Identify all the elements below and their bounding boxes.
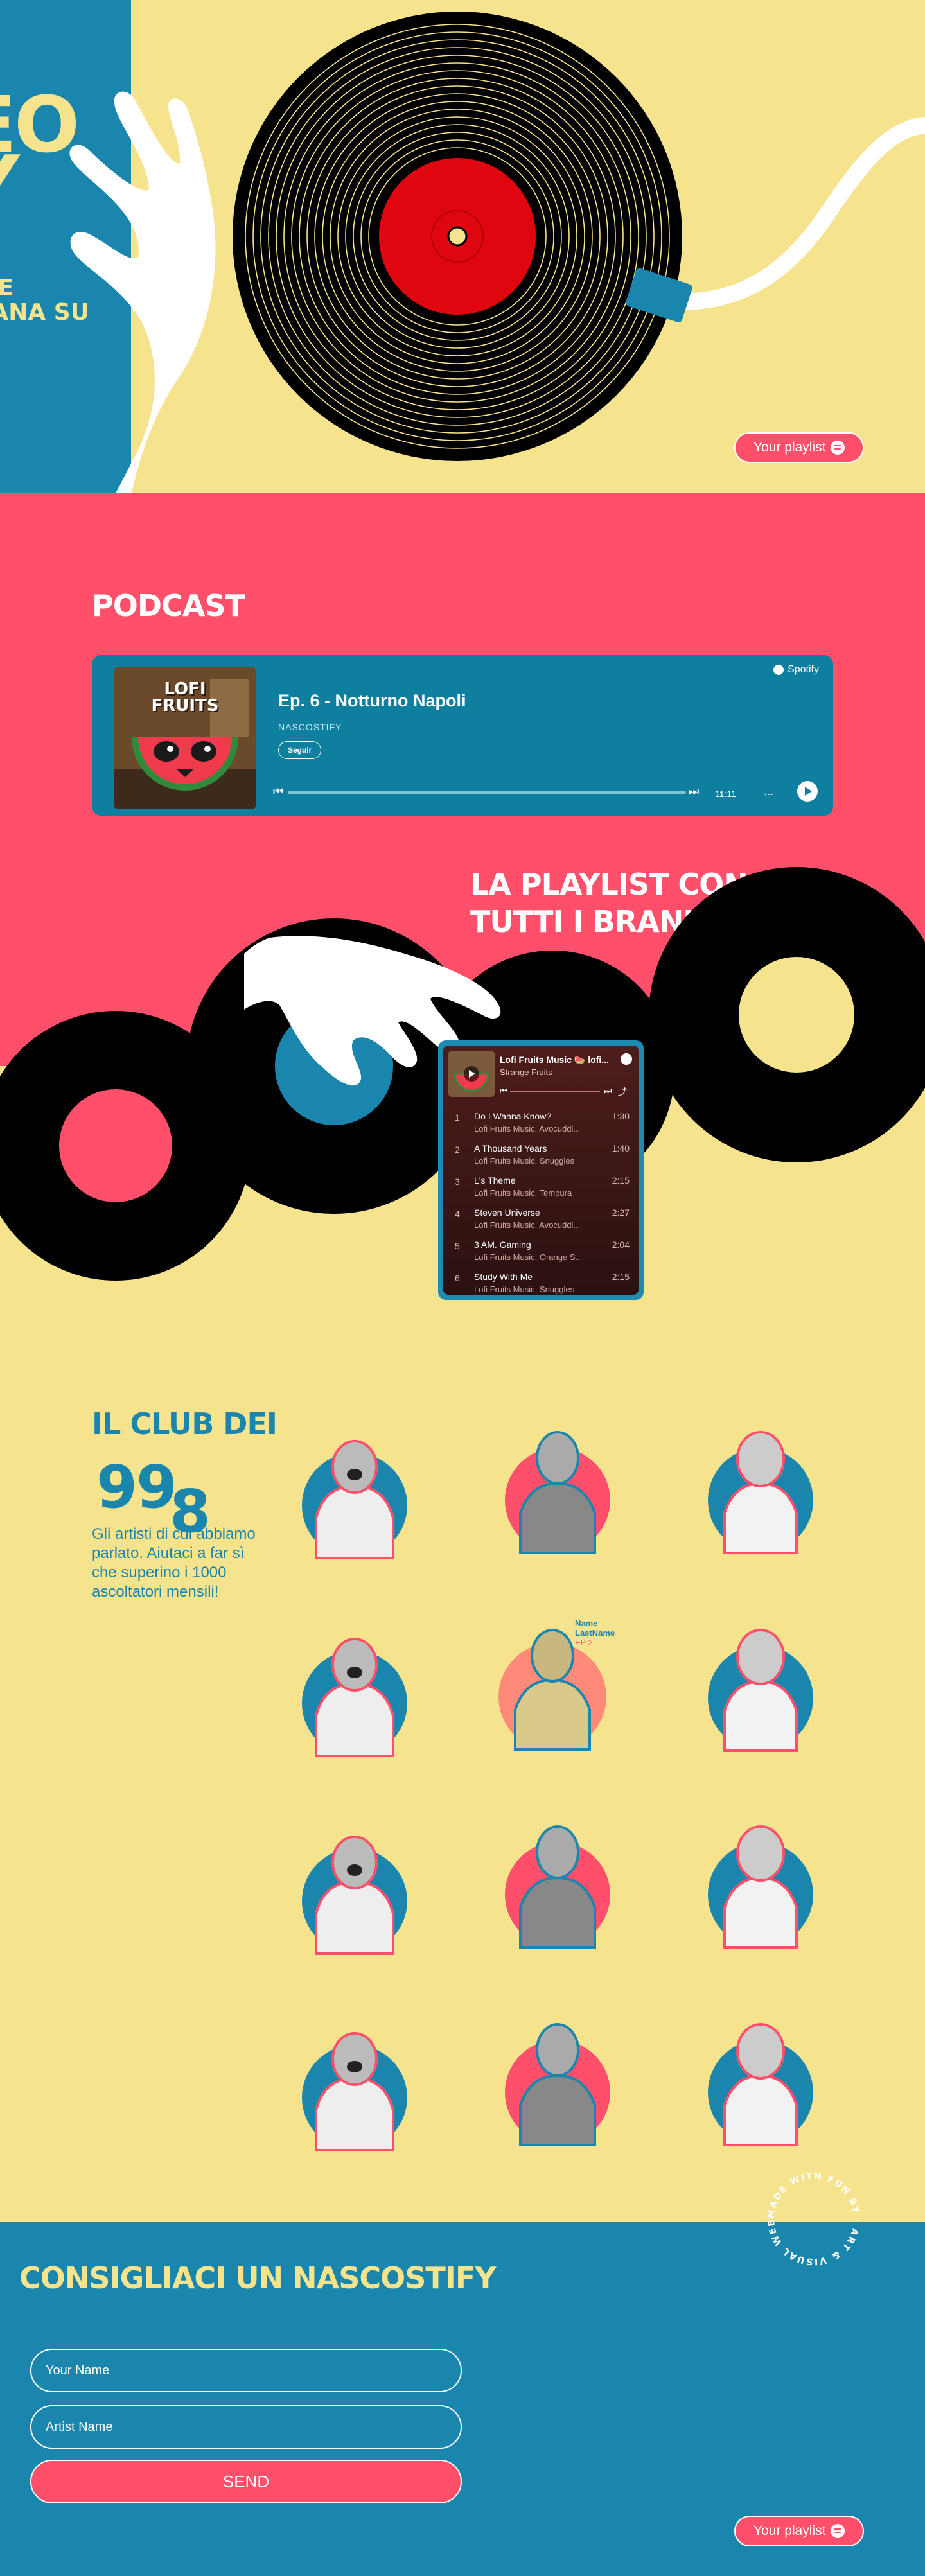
artist-last-name: LastName xyxy=(575,1628,615,1638)
artist-portrait[interactable] xyxy=(290,1818,419,1959)
track-number: 6 xyxy=(455,1273,460,1283)
artist-portrait[interactable] xyxy=(696,1615,825,1756)
artist-hover-label: Name LastName EP 2 xyxy=(575,1618,615,1647)
track-artist: Lofi Fruits Music, Snuggles xyxy=(474,1156,575,1166)
made-with-fun-badge[interactable]: MADE WITH FUN BY · ART & VISUAL WEBSITE … xyxy=(759,2164,868,2274)
artist-portrait[interactable] xyxy=(696,2009,825,2150)
your-playlist-button-footer[interactable]: Your playlist xyxy=(734,2516,865,2546)
artist-portrait[interactable] xyxy=(290,2014,419,2155)
track-artist: Lofi Fruits Music, Avocuddl... xyxy=(474,1220,581,1230)
send-button[interactable]: SEND xyxy=(30,2460,462,2503)
spotify-icon xyxy=(831,441,845,455)
track-row[interactable]: 2 A Thousand Years Lofi Fruits Music, Sn… xyxy=(443,1139,639,1171)
follow-button[interactable]: Seguir xyxy=(278,741,322,759)
artist-portrait[interactable] xyxy=(696,1811,825,1952)
track-row[interactable]: 6 Study With Me Lofi Fruits Music, Snugg… xyxy=(443,1268,639,1295)
podcast-embed-card: LOFI FRUITS Ep. 6 - Notturno Napoli NASC… xyxy=(92,655,833,816)
form-title: CONSIGLIACI UN NASCOSTIFY xyxy=(19,2261,497,2295)
badge-text: MADE WITH FUN BY · ART & VISUAL WEBSITE … xyxy=(759,2164,860,2266)
vinyl-record-illustration xyxy=(69,12,925,493)
track-artist: Lofi Fruits Music, Snuggles xyxy=(474,1284,575,1294)
track-artist: Lofi Fruits Music, Avocuddl... xyxy=(474,1124,581,1134)
track-duration: 2:27 xyxy=(612,1207,630,1218)
track-row[interactable]: 4 Steven Universe Lofi Fruits Music, Avo… xyxy=(443,1204,639,1236)
your-playlist-label: Your playlist xyxy=(753,2523,826,2538)
playlist-owner[interactable]: Strange Fruits xyxy=(500,1067,552,1077)
track-artist: Lofi Fruits Music, Orange S... xyxy=(474,1252,583,1262)
podcast-show-name[interactable]: NASCOSTIFY xyxy=(278,722,342,732)
more-options-icon[interactable]: ... xyxy=(764,785,773,798)
track-title: Do I Wanna Know? xyxy=(474,1111,552,1121)
share-icon[interactable]: ⤴ xyxy=(618,1085,627,1098)
track-number: 2 xyxy=(455,1144,460,1155)
watermelon-thumb-illustration xyxy=(448,1051,495,1097)
suggest-form-section: CONSIGLIACI UN NASCOSTIFY SEND Your play… xyxy=(0,2222,925,2576)
your-name-input[interactable] xyxy=(30,2349,462,2392)
track-title: A Thousand Years xyxy=(474,1143,547,1153)
playlist-thumbnail[interactable] xyxy=(448,1051,495,1097)
track-duration: 1:40 xyxy=(612,1143,630,1153)
spotify-label: Spotify xyxy=(788,664,819,675)
podcast-title: PODCAST xyxy=(92,588,245,623)
track-row[interactable]: 5 3 AM. Gaming Lofi Fruits Music, Orange… xyxy=(443,1236,639,1268)
svg-text:MADE WITH FUN BY · ART & VISUA: MADE WITH FUN BY · ART & VISUAL WEBSITE … xyxy=(759,2164,861,2266)
track-duration: 1:30 xyxy=(612,1111,630,1121)
track-row[interactable]: 3 L's Theme Lofi Fruits Music, Tempura 2… xyxy=(443,1171,639,1204)
artist-portrait[interactable] xyxy=(290,1422,419,1563)
skip-back-icon[interactable]: ⏮ xyxy=(273,785,283,798)
play-button[interactable] xyxy=(797,781,818,802)
skip-back-icon[interactable]: ⏮ xyxy=(500,1085,508,1096)
track-artist: Lofi Fruits Music, Tempura xyxy=(474,1188,572,1198)
track-duration: 2:04 xyxy=(612,1240,630,1250)
artist-name-input[interactable] xyxy=(30,2405,462,2449)
podcast-episode-title[interactable]: Ep. 6 - Notturno Napoli xyxy=(278,691,466,711)
track-duration: 2:15 xyxy=(612,1175,630,1186)
your-playlist-button[interactable]: Your playlist xyxy=(734,432,865,463)
track-number: 4 xyxy=(455,1209,460,1219)
artist-episode: EP 2 xyxy=(575,1638,593,1647)
track-title: L's Theme xyxy=(474,1175,516,1186)
playlist-header: Lofi Fruits Music 🍉 lofi... Strange Frui… xyxy=(443,1046,639,1107)
spotify-icon xyxy=(773,665,784,675)
artist-portrait[interactable] xyxy=(290,1620,419,1761)
podcast-duration: 11:11 xyxy=(715,789,736,799)
track-title: Study With Me xyxy=(474,1272,533,1282)
artist-portrait[interactable] xyxy=(493,1811,622,1952)
artist-portrait[interactable] xyxy=(493,1417,622,1558)
track-duration: 2:15 xyxy=(612,1272,630,1282)
your-playlist-label: Your playlist xyxy=(753,440,826,455)
hero-section: EO Y TE IANA SU Your playlist xyxy=(0,0,925,493)
track-list: 1 Do I Wanna Know? Lofi Fruits Music, Av… xyxy=(443,1107,639,1295)
playlist-embed: Lofi Fruits Music 🍉 lofi... Strange Frui… xyxy=(438,1040,644,1300)
track-title: Steven Universe xyxy=(474,1207,540,1218)
playlist-progress-bar[interactable] xyxy=(510,1091,600,1092)
podcast-cover[interactable]: LOFI FRUITS xyxy=(114,667,256,809)
track-number: 5 xyxy=(455,1241,460,1251)
playlist-name[interactable]: Lofi Fruits Music 🍉 lofi... xyxy=(500,1055,609,1065)
track-number: 3 xyxy=(455,1177,460,1187)
spotify-icon xyxy=(831,2524,845,2538)
artist-first-name: Name xyxy=(575,1618,598,1628)
skip-forward-icon[interactable]: ⏭ xyxy=(689,785,699,798)
artist-portrait[interactable] xyxy=(493,2009,622,2150)
spotify-logo[interactable]: Spotify xyxy=(773,664,819,676)
spotify-icon[interactable] xyxy=(621,1053,632,1065)
club-description: Gli artisti di cui abbiamo parlato. Aiut… xyxy=(92,1525,256,1600)
club-title: IL CLUB DEI xyxy=(92,1406,278,1441)
artist-portrait[interactable] xyxy=(696,1417,825,1558)
track-number: 1 xyxy=(455,1112,460,1123)
playlist-embed-inner: Lofi Fruits Music 🍉 lofi... Strange Frui… xyxy=(443,1046,639,1295)
skip-forward-icon[interactable]: ⏭ xyxy=(604,1085,612,1096)
track-row[interactable]: 1 Do I Wanna Know? Lofi Fruits Music, Av… xyxy=(443,1107,639,1139)
podcast-progress-bar[interactable] xyxy=(288,791,686,794)
club-count: 99 xyxy=(96,1453,177,1521)
podcast-cover-text: LOFI FRUITS xyxy=(151,679,219,715)
track-title: 3 AM. Gaming xyxy=(474,1240,531,1250)
